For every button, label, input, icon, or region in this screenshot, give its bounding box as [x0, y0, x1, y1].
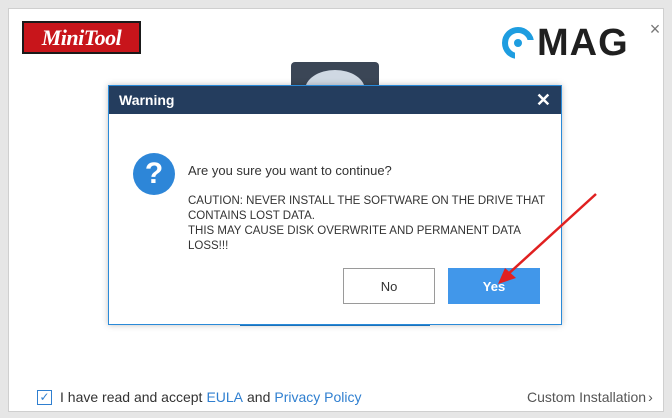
no-button[interactable]: No	[343, 268, 435, 304]
dialog-close-button[interactable]: ✕	[536, 91, 551, 109]
warning-dialog: Warning ✕ ? Are you sure you want to con…	[108, 85, 562, 325]
eula-prefix-text: I have read and accept	[60, 389, 203, 405]
dialog-title: Warning	[119, 92, 175, 108]
caution-line: LOSS!!!	[188, 240, 229, 252]
custom-installation-link[interactable]: Custom Installation ›	[527, 389, 653, 405]
watermark-text: MAG	[537, 22, 629, 64]
minitool-logo: MiniTool	[22, 21, 141, 54]
privacy-policy-link[interactable]: Privacy Policy	[274, 389, 361, 405]
eula-link[interactable]: EULA	[206, 389, 243, 405]
chevron-right-icon: ›	[648, 389, 653, 405]
caution-line: THIS MAY CAUSE DISK OVERWRITE AND PERMAN…	[188, 225, 521, 237]
watermark-logo: MAG	[501, 23, 631, 63]
checkmark-icon: ✓	[39, 390, 50, 404]
eula-and-text: and	[247, 389, 271, 405]
c-mag-logo-icon	[502, 27, 535, 60]
caution-line: CAUTION: NEVER INSTALL THE SOFTWARE ON T…	[188, 195, 546, 207]
question-mark-icon: ?	[133, 153, 175, 195]
dialog-header: Warning ✕	[109, 86, 561, 114]
caution-line: CONTAINS LOST DATA.	[188, 210, 315, 222]
eula-checkbox[interactable]: ✓	[37, 389, 52, 405]
eula-row: ✓ I have read and accept EULA and Privac…	[37, 387, 366, 407]
custom-installation-label: Custom Installation	[527, 389, 647, 405]
yes-button[interactable]: Yes	[448, 268, 540, 304]
caution-text: CAUTION: NEVER INSTALL THE SOFTWARE ON T…	[188, 194, 558, 254]
window-close-button[interactable]: ×	[645, 19, 665, 39]
dialog-question: Are you sure you want to continue?	[188, 163, 392, 178]
